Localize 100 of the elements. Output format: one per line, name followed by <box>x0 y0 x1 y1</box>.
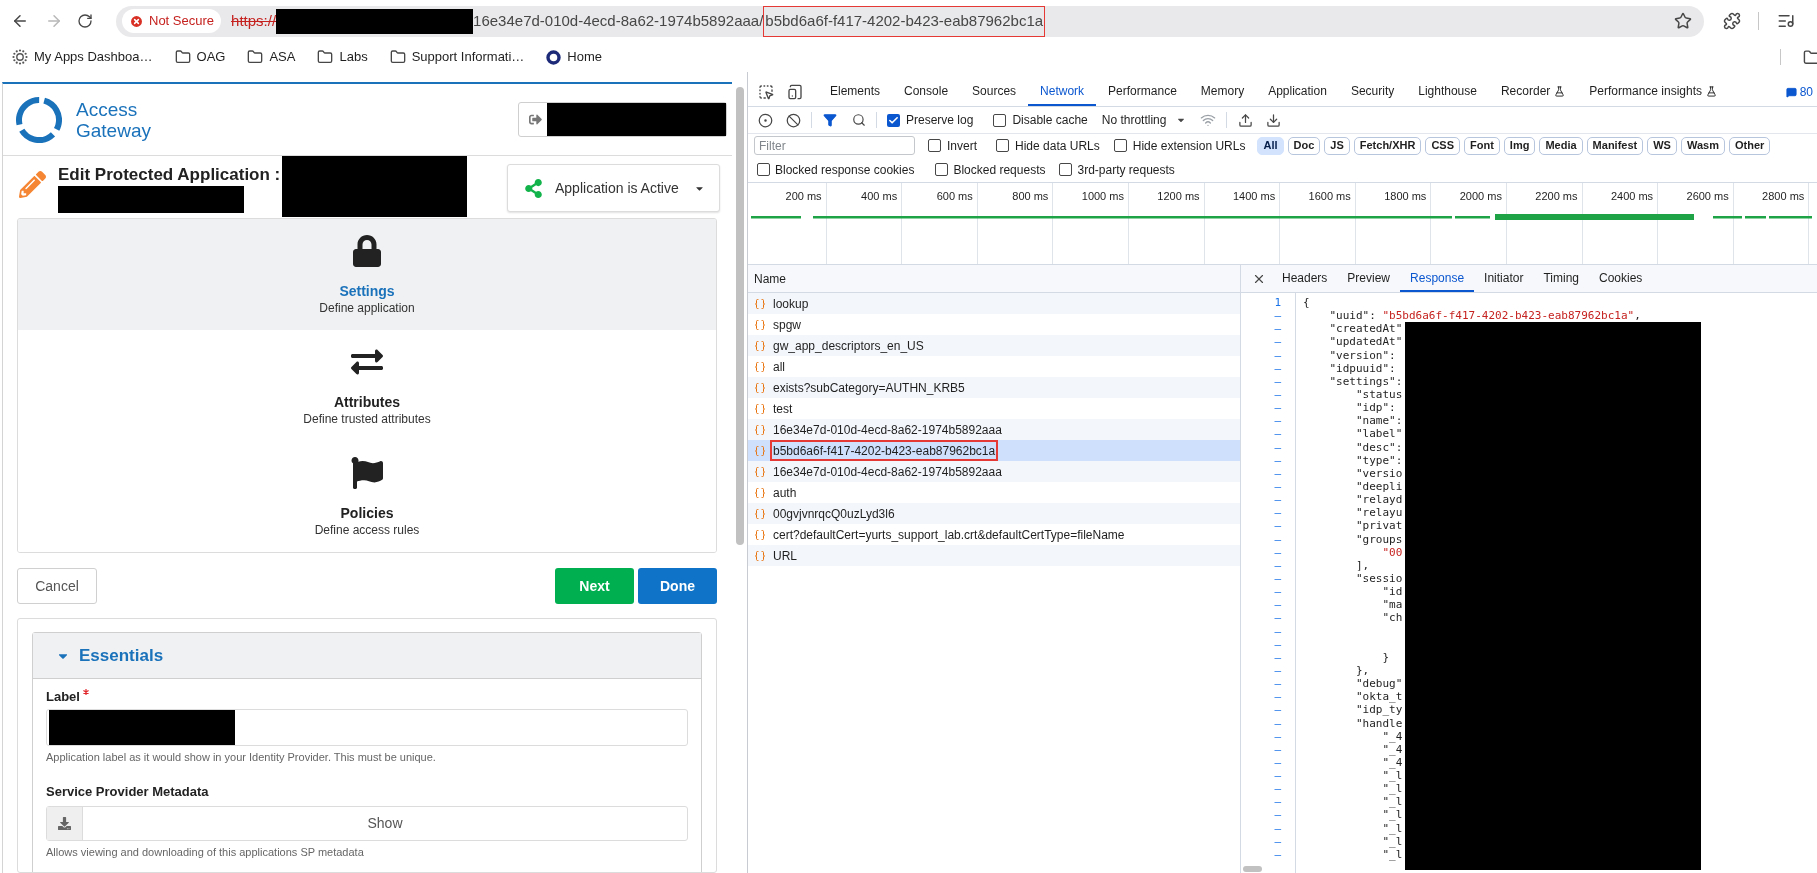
request-row[interactable]: exists?subCategory=AUTHN_KRB5 <box>748 377 1240 398</box>
bookmark-link[interactable]: My Apps Dashboa… <box>12 47 153 67</box>
devtools-tab[interactable]: Recorder <box>1488 78 1578 106</box>
line-number: – <box>1274 401 1281 415</box>
detail-tab[interactable]: Preview <box>1337 265 1401 292</box>
step-tab[interactable]: Settings Define application <box>18 219 716 330</box>
line-number: – <box>1274 558 1281 572</box>
type-filter-chip[interactable]: WS <box>1647 136 1677 155</box>
bookmark-folder[interactable]: Support Informati… <box>389 47 525 67</box>
type-filter-chip[interactable]: Fetch/XHR <box>1353 136 1422 155</box>
devtools-tab[interactable]: Application <box>1256 78 1339 106</box>
bookmark-link[interactable]: Home <box>546 47 603 67</box>
filter-input[interactable]: Filter <box>754 136 915 155</box>
checkbox[interactable] <box>928 139 941 152</box>
detail-tab[interactable]: Headers <box>1272 265 1338 292</box>
devtools-tab[interactable]: Console <box>892 78 961 106</box>
download-icon[interactable] <box>1266 112 1282 128</box>
checkbox[interactable] <box>996 139 1009 152</box>
folder-icon <box>389 49 406 65</box>
request-row[interactable]: lookup <box>748 293 1240 314</box>
request-row[interactable]: 16e34e7d-010d-4ecd-8a62-1974b5892aaa <box>748 461 1240 482</box>
action-button[interactable]: Done <box>638 568 717 604</box>
type-filter-chip[interactable]: Other <box>1728 136 1771 155</box>
braces-icon <box>754 507 766 520</box>
type-filter-chip[interactable]: Doc <box>1287 136 1321 155</box>
type-filter-chip[interactable]: JS <box>1324 136 1350 155</box>
issues-button[interactable]: 80 <box>1785 78 1813 106</box>
detail-tab[interactable]: Response <box>1400 265 1475 292</box>
braces-icon <box>754 360 766 373</box>
text-input[interactable] <box>46 709 688 746</box>
devtools-tab[interactable]: Network <box>1028 78 1097 106</box>
detail-tab[interactable]: Initiator <box>1474 265 1534 292</box>
back-icon[interactable] <box>11 12 29 30</box>
section-header[interactable]: Essentials <box>33 633 701 679</box>
checkbox[interactable] <box>935 163 949 176</box>
line-number: – <box>1274 309 1281 323</box>
checkbox[interactable] <box>1059 163 1073 176</box>
devtools-tab[interactable]: Lighthouse <box>1406 78 1489 106</box>
scrollbar-thumb[interactable] <box>736 87 744 545</box>
wifi-icon[interactable] <box>1200 112 1217 128</box>
address-bar[interactable]: Not Secure https:// 16e34e7d-010d-4ecd-8a62-1974b5892aaa/b5bd6a6f-f417-4202-b423-eab87962bc1a <box>116 5 1704 37</box>
type-filter-chip[interactable]: Wasm <box>1680 136 1725 155</box>
code-line: "groups <box>1355 532 1403 546</box>
type-filter-chip[interactable]: Font <box>1464 136 1500 155</box>
puzzle-icon[interactable] <box>1723 12 1741 30</box>
checkbox[interactable] <box>887 113 900 127</box>
logout-button[interactable] <box>518 102 727 137</box>
code-line: "_l <box>1382 769 1403 783</box>
action-button[interactable]: Cancel <box>17 568 97 604</box>
line-number: – <box>1274 466 1281 480</box>
braces-icon <box>754 381 766 394</box>
devtools-tab[interactable]: Security <box>1338 78 1407 106</box>
filter-icon[interactable] <box>823 113 837 127</box>
throttling-dropdown[interactable]: No throttling <box>1101 111 1187 129</box>
column-header[interactable]: Name <box>754 269 786 288</box>
bookmark-folder[interactable]: OAG <box>174 47 226 67</box>
checkbox[interactable] <box>993 113 1007 127</box>
checkbox[interactable] <box>757 163 770 176</box>
inspect-icon[interactable] <box>758 84 774 100</box>
checkbox[interactable] <box>1113 139 1127 152</box>
code-line: "_4 <box>1382 755 1403 770</box>
devtools-tab[interactable]: Performance insights <box>1577 78 1730 106</box>
devtools-tab[interactable]: Memory <box>1188 78 1257 106</box>
line-number: – <box>1274 388 1281 402</box>
folder-icon[interactable] <box>1803 48 1817 66</box>
detail-tab[interactable]: Cookies <box>1589 265 1653 292</box>
devtools-tab[interactable]: Sources <box>960 78 1029 106</box>
clear-icon[interactable] <box>786 112 801 128</box>
code-line: "createdAt" <box>1329 322 1403 336</box>
type-filter-chip[interactable]: All <box>1257 136 1284 155</box>
search-icon[interactable] <box>852 113 866 127</box>
record-icon[interactable] <box>758 112 773 128</box>
bookmark-folder[interactable]: Labs <box>317 47 368 67</box>
request-name: 16e34e7d-010d-4ecd-8a62-1974b5892aaa <box>772 463 1003 481</box>
status-dropdown-button[interactable]: Application is Active <box>507 164 720 212</box>
type-filter-chip[interactable]: Media <box>1539 136 1583 155</box>
reload-icon[interactable] <box>77 13 93 29</box>
request-name: test <box>772 400 794 418</box>
request-row[interactable]: b5bd6a6f-f417-4202-b423-eab87962bc1a <box>748 440 1240 461</box>
checkbox-label: 3rd-party requests <box>1077 161 1175 179</box>
upload-icon[interactable] <box>1238 112 1254 128</box>
show-metadata-button[interactable]: Show <box>46 806 688 841</box>
line-number: 1 <box>1274 296 1281 310</box>
request-row[interactable]: URL <box>748 545 1240 566</box>
type-filter-chip[interactable]: Manifest <box>1586 136 1644 155</box>
device-icon[interactable] <box>787 84 803 100</box>
type-filter-chip[interactable]: CSS <box>1425 136 1461 155</box>
detail-tab[interactable]: Timing <box>1533 265 1589 292</box>
security-chip[interactable]: Not Secure <box>122 9 222 33</box>
line-number: – <box>1274 834 1281 848</box>
request-row[interactable]: 16e34e7d-010d-4ecd-8a62-1974b5892aaa <box>748 419 1240 440</box>
type-filter-chip[interactable]: Img <box>1503 136 1536 155</box>
devtools-tab[interactable]: Performance <box>1096 78 1189 106</box>
request-row[interactable]: 00gvjvnrqcQ0uzLyd3l6 <box>748 503 1240 524</box>
star-icon[interactable] <box>1674 12 1692 30</box>
scrollbar-thumb[interactable] <box>1243 866 1262 872</box>
request-row[interactable]: gw_app_descriptors_en_US <box>748 335 1240 356</box>
devtools-tab[interactable]: Elements <box>818 78 893 106</box>
playlist-icon[interactable] <box>1777 12 1795 30</box>
bookmark-folder[interactable]: ASA <box>247 47 296 67</box>
